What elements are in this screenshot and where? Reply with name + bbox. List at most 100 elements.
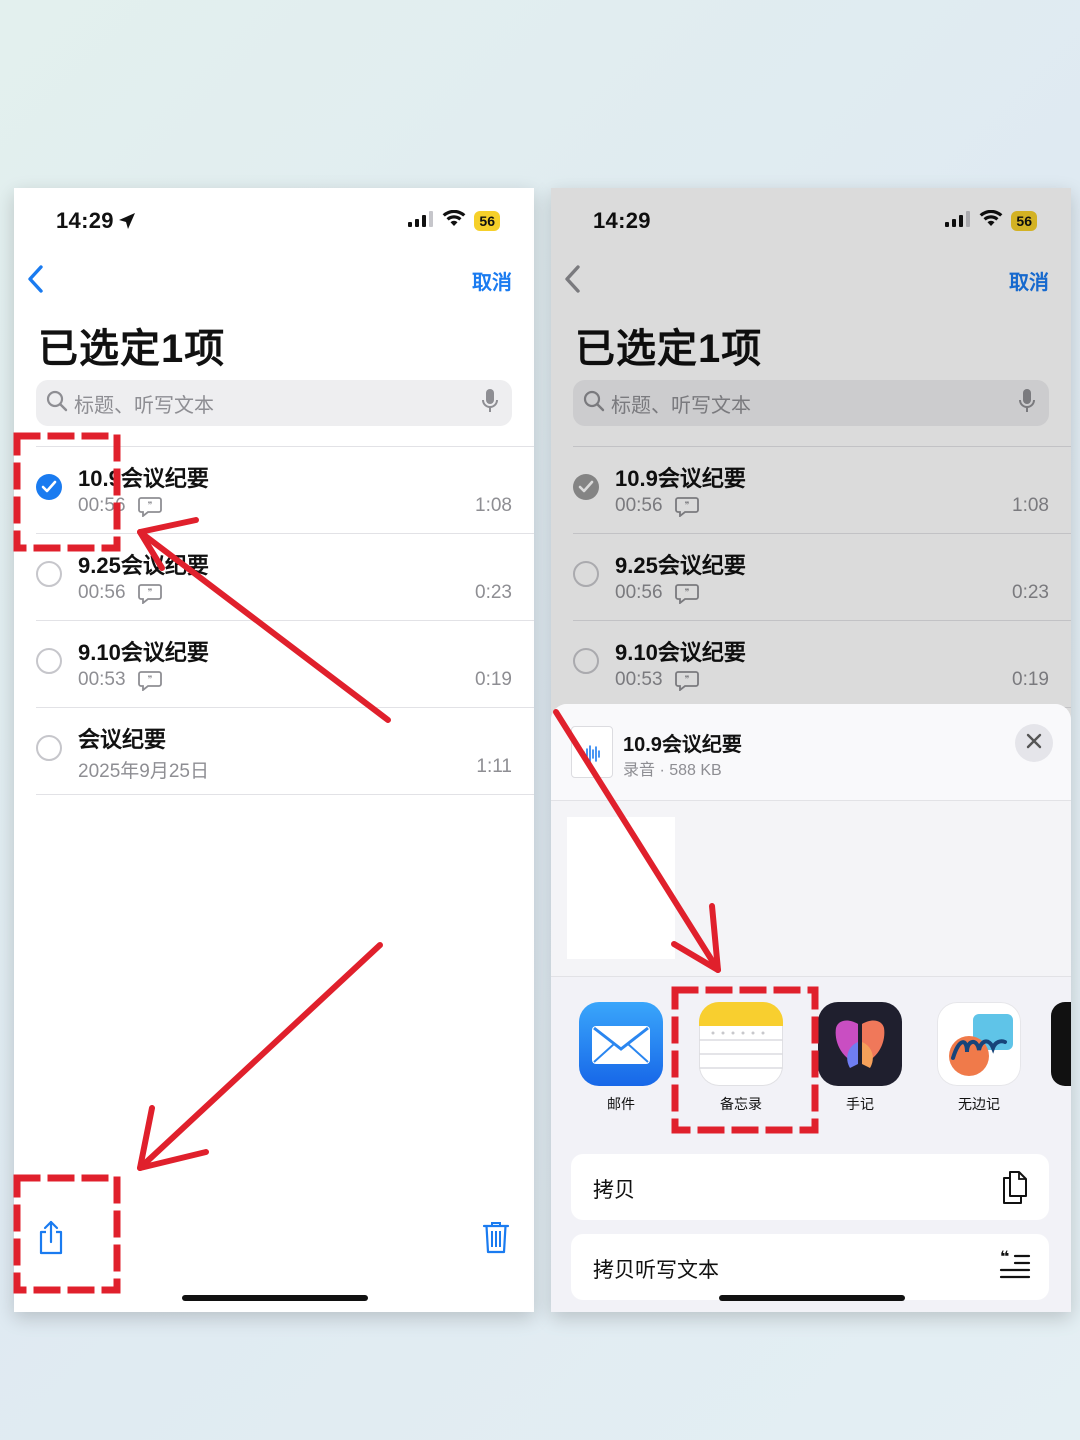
transcript-bubble-icon: ❞ [137, 497, 162, 518]
left-phone-screen: 14:29 56 取消 已选定1项 标题、听写文本 10.9会议纪要 00:56… [14, 188, 534, 1312]
search-icon [46, 390, 68, 417]
recording-meta-text: 2025年9月25日 [78, 761, 209, 782]
app-icon-partial [1051, 1002, 1071, 1086]
copy-icon [999, 1168, 1031, 1211]
transcript-bubble-icon: ❞ [674, 671, 699, 692]
wifi-icon [979, 209, 1003, 233]
selection-checkbox[interactable] [573, 561, 599, 587]
status-time: 14:29 [593, 208, 651, 233]
checkmark-icon [41, 480, 57, 493]
back-button[interactable] [26, 264, 44, 299]
search-icon [583, 390, 605, 417]
recording-meta-text: 00:56 [615, 495, 663, 516]
home-indicator [182, 1295, 368, 1301]
recordings-list: 10.9会议纪要 00:56 ❞ 1:08 9.25会议纪要 00:56 ❞ 0:2… [14, 446, 534, 795]
share-app-freeform[interactable]: 无边记 [934, 1002, 1024, 1114]
share-app-notes[interactable]: 备忘录 [696, 1002, 786, 1114]
cellular-signal-icon [408, 210, 434, 232]
selection-checkbox[interactable] [36, 561, 62, 587]
selection-checkbox[interactable] [36, 735, 62, 761]
transcript-bubble-icon: ❞ [137, 584, 162, 605]
share-sheet: 10.9会议纪要 录音 · 588 KB 邮件 备忘录 手记 无边记 拷贝 拷贝… [551, 704, 1071, 1312]
recording-meta-text: 00:53 [78, 669, 126, 690]
journal-icon [818, 1002, 902, 1086]
share-sheet-header: 10.9会议纪要 录音 · 588 KB [551, 704, 1071, 801]
selection-checkbox[interactable] [573, 474, 599, 500]
list-item[interactable]: 10.9会议纪要 00:56 ❞ 1:08 [36, 446, 534, 533]
audio-file-icon [571, 726, 613, 778]
cancel-button[interactable]: 取消 [472, 266, 512, 295]
app-label: 手记 [846, 1096, 874, 1112]
chevron-left-icon [26, 265, 44, 298]
svg-text:❞: ❞ [684, 588, 689, 598]
transcript-bubble-icon: ❞ [137, 671, 162, 692]
recordings-list: 10.9会议纪要 00:56 ❞ 1:08 9.25会议纪要 00:56 ❞ 0:2… [551, 446, 1071, 708]
microphone-icon[interactable] [1019, 388, 1035, 419]
freeform-icon [937, 1002, 1021, 1086]
app-label: 邮件 [607, 1096, 635, 1112]
svg-text:❞: ❞ [684, 675, 689, 685]
selection-checkbox[interactable] [36, 474, 62, 500]
recording-title: 9.10会议纪要 [78, 640, 209, 665]
share-app-journal[interactable]: 手记 [815, 1002, 905, 1114]
close-icon [1026, 733, 1042, 754]
page-title: 已选定1项 [38, 327, 226, 371]
copy-transcript-action[interactable]: 拷贝听写文本 ❝ [571, 1234, 1049, 1300]
status-time: 14:29 [56, 208, 136, 236]
recording-meta: 00:53 ❞ [78, 669, 162, 692]
microphone-icon[interactable] [482, 388, 498, 419]
mail-icon [579, 1002, 663, 1086]
share-preview-area [551, 801, 1071, 977]
list-item[interactable]: 9.25会议纪要 00:56 ❞ 0:23 [36, 533, 534, 620]
share-app-partial[interactable] [1051, 1002, 1071, 1086]
recording-title: 9.10会议纪要 [615, 640, 746, 665]
copy-action[interactable]: 拷贝 [571, 1154, 1049, 1220]
share-preview-thumbnail [567, 817, 675, 959]
svg-text:❝: ❝ [1000, 1248, 1009, 1266]
battery-icon: 56 [1011, 211, 1037, 231]
cellular-signal-icon [945, 210, 971, 232]
list-item[interactable]: 9.10会议纪要 00:53 ❞ 0:19 [36, 620, 534, 707]
share-file-name: 10.9会议纪要 [623, 734, 742, 756]
recording-title: 9.25会议纪要 [615, 553, 746, 578]
list-item[interactable]: 10.9会议纪要 00:56 ❞ 1:08 [573, 446, 1071, 533]
recording-duration: 0:23 [475, 582, 512, 603]
recording-meta-text: 00:53 [615, 669, 663, 690]
recording-meta: 00:53 ❞ [615, 669, 699, 692]
svg-text:❞: ❞ [147, 588, 152, 598]
transcript-bubble-icon: ❞ [674, 497, 699, 518]
search-input[interactable]: 标题、听写文本 [573, 380, 1049, 426]
back-button[interactable] [563, 264, 581, 299]
status-icons: 56 [945, 209, 1037, 233]
close-button[interactable] [1015, 724, 1053, 762]
action-label: 拷贝听写文本 [593, 1259, 719, 1282]
status-time-text: 14:29 [56, 208, 114, 233]
share-file-meta: 录音 · 588 KB [623, 762, 722, 779]
delete-button[interactable] [482, 1220, 510, 1259]
location-arrow-icon [118, 210, 136, 236]
list-item[interactable]: 会议纪要 2025年9月25日 1:11 [36, 707, 534, 795]
list-item[interactable]: 9.10会议纪要 00:53 ❞ 0:19 [573, 620, 1071, 708]
recording-meta-text: 00:56 [615, 582, 663, 603]
selection-checkbox[interactable] [573, 648, 599, 674]
notes-icon [699, 1002, 783, 1086]
wifi-icon [442, 209, 466, 233]
share-app-row: 邮件 备忘录 手记 无边记 [551, 1002, 1071, 1122]
selection-checkbox[interactable] [36, 648, 62, 674]
recording-duration: 0:19 [475, 669, 512, 690]
recording-meta: 00:56 ❞ [78, 495, 162, 518]
app-label: 无边记 [958, 1096, 1000, 1112]
app-label: 备忘录 [720, 1096, 762, 1112]
home-indicator [719, 1295, 905, 1301]
cancel-button[interactable]: 取消 [1009, 266, 1049, 295]
share-app-mail[interactable]: 邮件 [576, 1002, 666, 1114]
recording-duration: 1:08 [1012, 495, 1049, 516]
search-input[interactable]: 标题、听写文本 [36, 380, 512, 426]
share-icon [36, 1220, 66, 1260]
checkmark-icon [578, 480, 594, 493]
share-button[interactable] [36, 1220, 66, 1261]
search-placeholder: 标题、听写文本 [611, 394, 751, 417]
svg-text:❞: ❞ [147, 501, 152, 511]
list-item[interactable]: 9.25会议纪要 00:56 ❞ 0:23 [573, 533, 1071, 620]
chevron-left-icon [563, 265, 581, 298]
